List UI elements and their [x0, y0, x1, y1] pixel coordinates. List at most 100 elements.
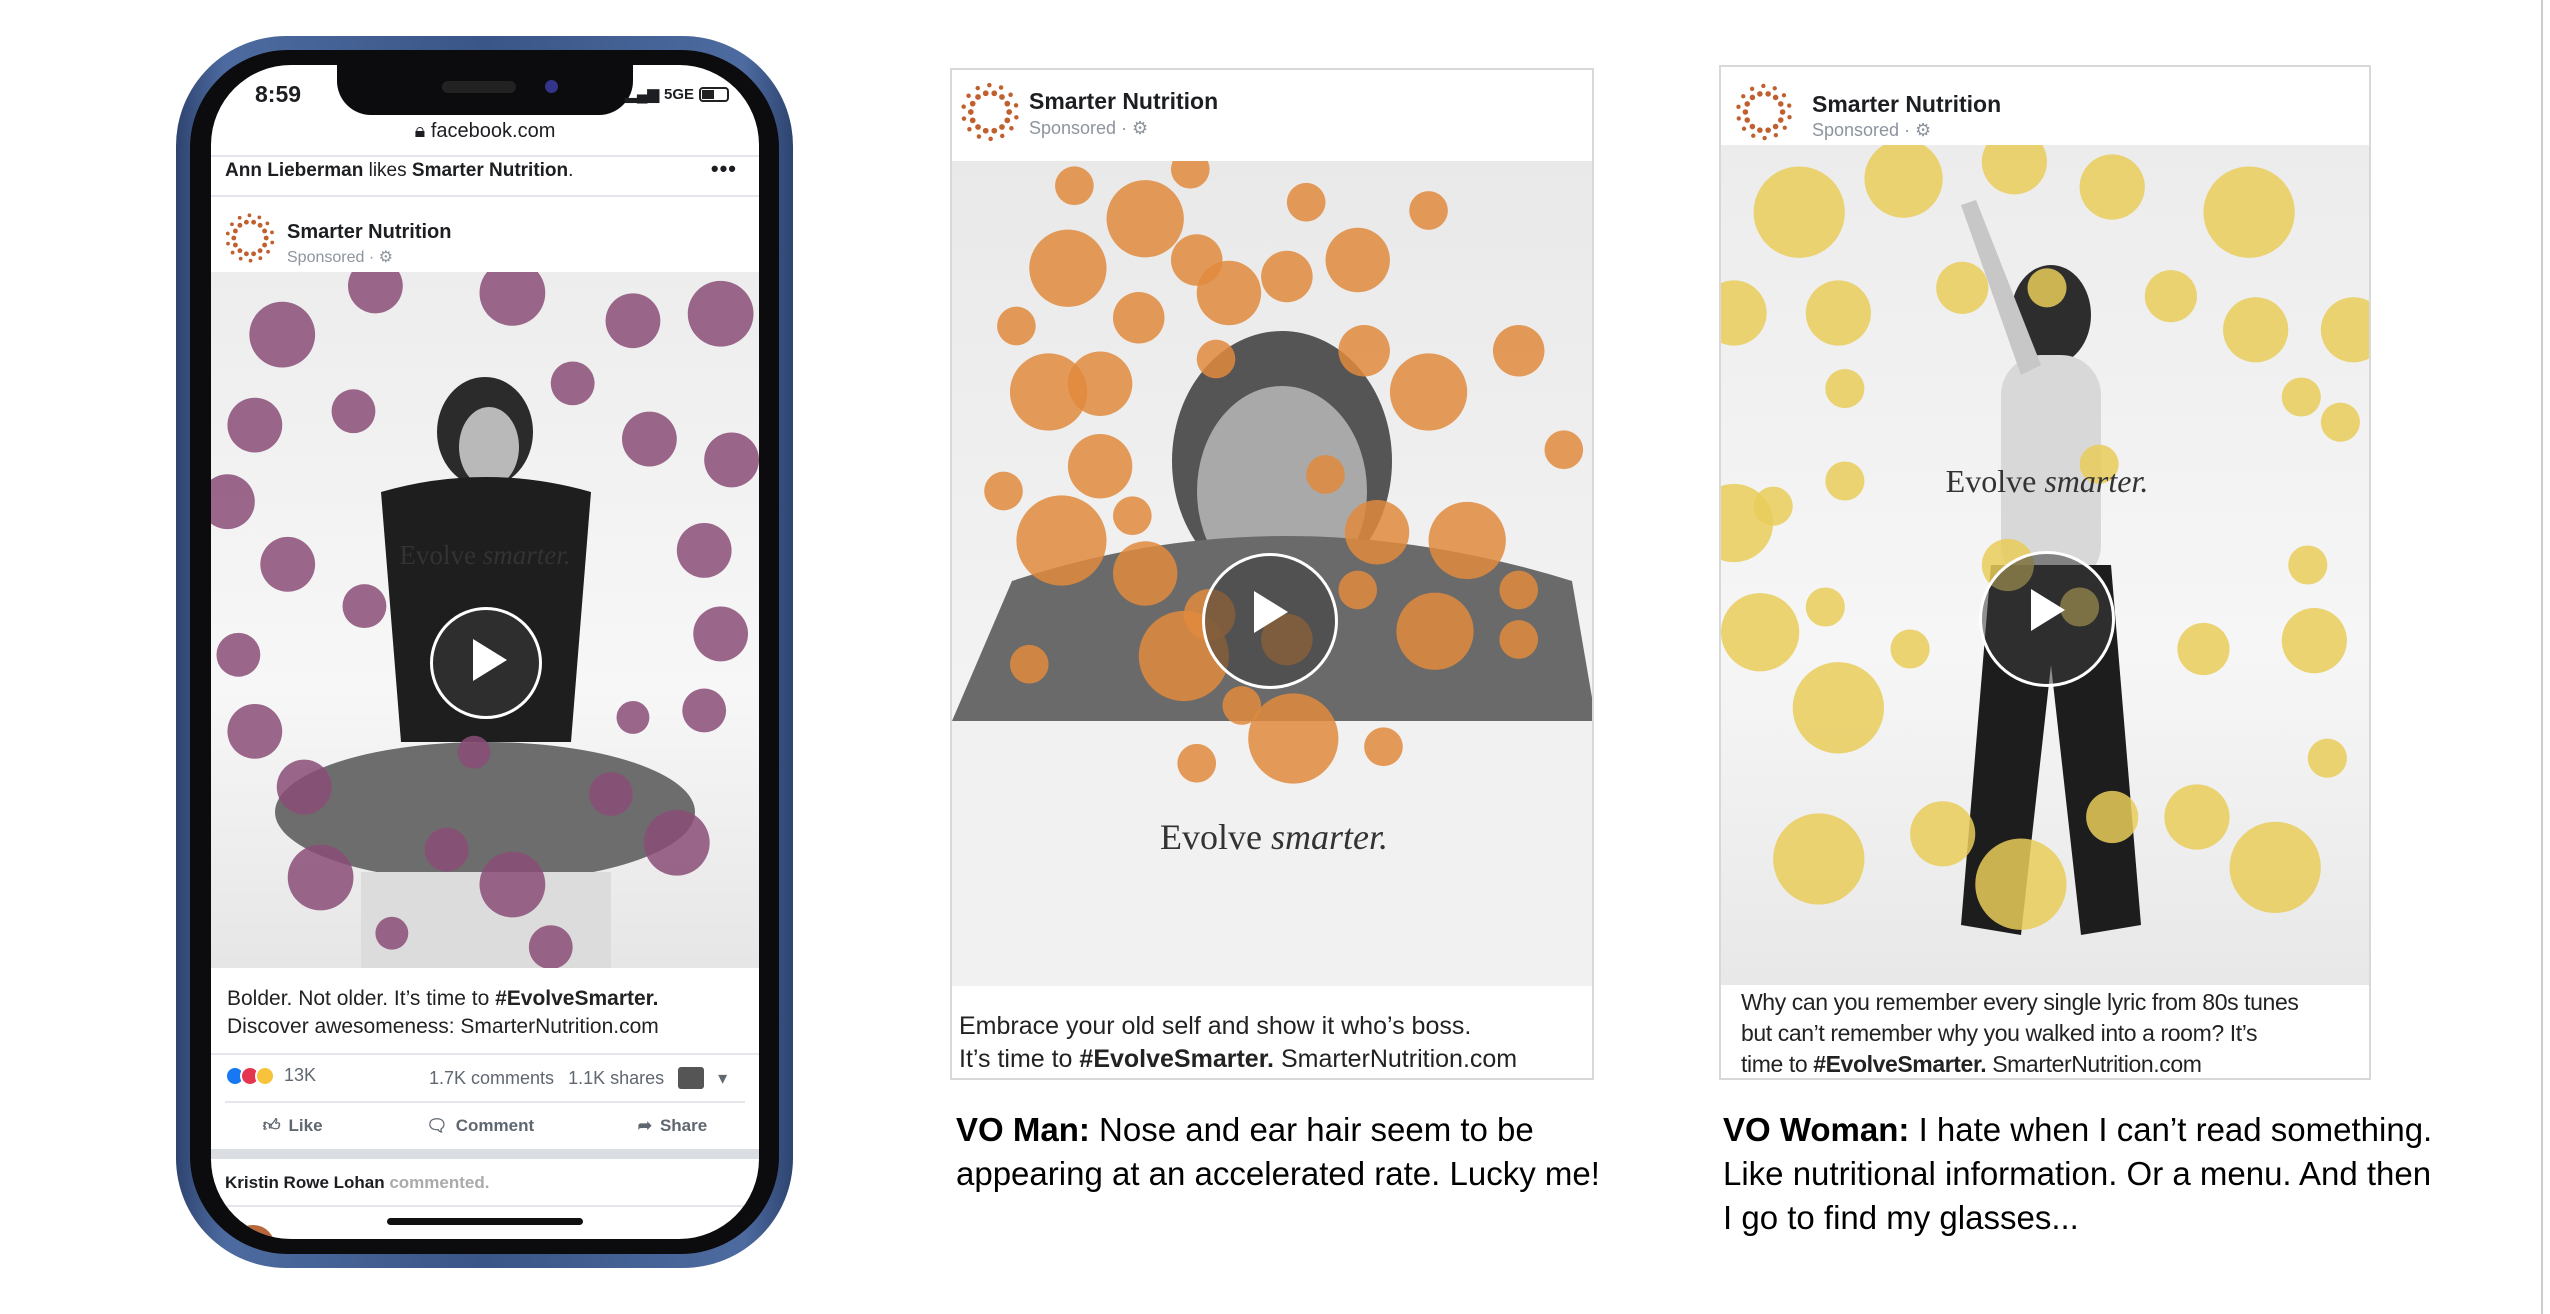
thumbs-up-icon: 👍︎	[262, 1116, 281, 1135]
evolve-smarter-text: Evolve smarter.	[1159, 817, 1388, 857]
decorative-dot	[2281, 608, 2347, 674]
actor-link[interactable]: Ann Lieberman	[225, 160, 363, 181]
logo-dot	[247, 213, 252, 218]
decorative-dot	[605, 293, 661, 349]
play-button[interactable]	[1979, 551, 2115, 687]
comment-activity-line: Kristin Rowe Lohan commented.	[225, 1173, 489, 1193]
shares-count[interactable]: 1.1K shares	[568, 1068, 664, 1089]
logo-dot	[1757, 91, 1763, 97]
decorative-dot	[1428, 501, 1506, 580]
decorative-dot	[1721, 593, 1800, 672]
logo-dot	[231, 235, 237, 241]
play-button[interactable]	[430, 607, 542, 719]
video-thumbnail[interactable]: Evolve smarter.	[1721, 145, 2369, 985]
smarter-nutrition-logo	[1736, 83, 1792, 141]
logo-dot	[258, 256, 263, 261]
decorative-dot	[1248, 693, 1339, 784]
signal-icon: ▂▄▆	[625, 86, 659, 103]
decorative-dot	[643, 809, 710, 876]
home-indicator[interactable]	[387, 1218, 583, 1225]
logo-dot	[1761, 83, 1766, 89]
logo-dot	[1004, 117, 1011, 124]
logo-dot	[257, 222, 263, 228]
comment-button[interactable]: 🗨︎ Comment	[426, 1115, 534, 1136]
play-button[interactable]	[1202, 553, 1338, 689]
decorative-dot	[1499, 620, 1539, 659]
comments-count[interactable]: 1.7K comments	[429, 1068, 554, 1089]
logo-dot	[257, 248, 263, 254]
decorative-dot	[997, 306, 1036, 346]
logo-dot	[1765, 127, 1771, 133]
page-link[interactable]: Smarter Nutrition	[412, 160, 568, 181]
decorative-dot	[528, 925, 573, 968]
logo-dot	[251, 219, 257, 225]
logo-dot	[966, 93, 971, 98]
reactions-summary[interactable]: 13K	[225, 1065, 316, 1086]
logo-dot	[1008, 92, 1013, 97]
decorative-dot	[1325, 227, 1390, 293]
share-button[interactable]: ➦ Share	[638, 1115, 708, 1136]
logo-dot	[1781, 93, 1787, 98]
logo-dot	[1773, 133, 1779, 138]
logo-dot	[967, 127, 972, 132]
commenter-link[interactable]: Kristin Rowe Lohan	[225, 1173, 385, 1192]
address-bar[interactable]: 🔒︎ facebook.com	[211, 120, 759, 143]
activity-verb: commented.	[384, 1173, 490, 1192]
reactions-count: 13K	[284, 1065, 317, 1085]
logo-dot	[1787, 103, 1792, 108]
decorative-dot	[331, 389, 376, 434]
logo-dot	[230, 222, 234, 227]
decorative-dot	[1805, 587, 1845, 627]
decorative-dot	[1753, 166, 1845, 258]
more-options-icon[interactable]: •••	[711, 156, 737, 182]
logo-dot	[982, 90, 989, 97]
decorative-dot	[276, 759, 332, 815]
smarter-nutrition-logo	[961, 82, 1019, 142]
page-name[interactable]: Smarter Nutrition	[1812, 91, 2001, 118]
decorative-dot	[1016, 495, 1107, 586]
like-button[interactable]: 👍︎ Like	[263, 1115, 323, 1136]
decorative-dot	[2144, 270, 2197, 323]
page-name[interactable]: Smarter Nutrition	[287, 221, 451, 244]
logo-dot	[1772, 123, 1779, 130]
decorative-dot	[342, 584, 387, 628]
logo-dot	[1736, 104, 1741, 109]
decorative-dot	[1067, 351, 1133, 416]
decorative-dot	[687, 280, 754, 347]
decorative-dot	[1113, 496, 1152, 536]
decorative-dot	[2320, 402, 2360, 442]
logo-dot	[999, 94, 1005, 100]
page-name[interactable]: Smarter Nutrition	[1029, 88, 1218, 115]
logo-dot	[1749, 86, 1755, 91]
logo-dot	[262, 242, 268, 248]
decorative-dot	[1286, 182, 1326, 222]
video-thumbnail[interactable]: Evolve smarter.	[211, 272, 759, 968]
video-thumbnail[interactable]: Evolve smarter.	[952, 161, 1592, 986]
logo-dot	[988, 136, 993, 142]
decorative-dot	[1975, 838, 2067, 930]
decorative-dot	[2177, 622, 2230, 676]
section-separator	[211, 1149, 759, 1159]
logo-dot	[969, 100, 976, 107]
divider	[225, 1101, 745, 1103]
decorative-dot	[1222, 686, 1262, 725]
logo-dot	[991, 127, 998, 134]
logo-dot	[1009, 126, 1014, 131]
divider	[211, 1053, 759, 1055]
decorative-dot	[1544, 430, 1584, 470]
logo-dot	[1787, 115, 1792, 120]
sponsored-label: Sponsored · ⚙	[1812, 120, 1932, 140]
ad-caption: Embrace your old self and show it who’s …	[959, 1012, 1518, 1073]
logo-dot	[232, 228, 238, 234]
phone-notch	[337, 65, 633, 115]
decorative-dot	[2281, 377, 2321, 417]
chevron-down-icon[interactable]: ▾	[718, 1068, 727, 1089]
logo-dot	[1782, 125, 1787, 130]
logo-dot	[998, 85, 1004, 90]
logo-dot	[1736, 116, 1741, 121]
logo-dot	[1751, 133, 1756, 138]
decorative-dot	[1499, 570, 1539, 610]
logo-dot	[1772, 94, 1779, 101]
logo-dot	[230, 250, 235, 255]
decorative-dot	[227, 703, 283, 759]
